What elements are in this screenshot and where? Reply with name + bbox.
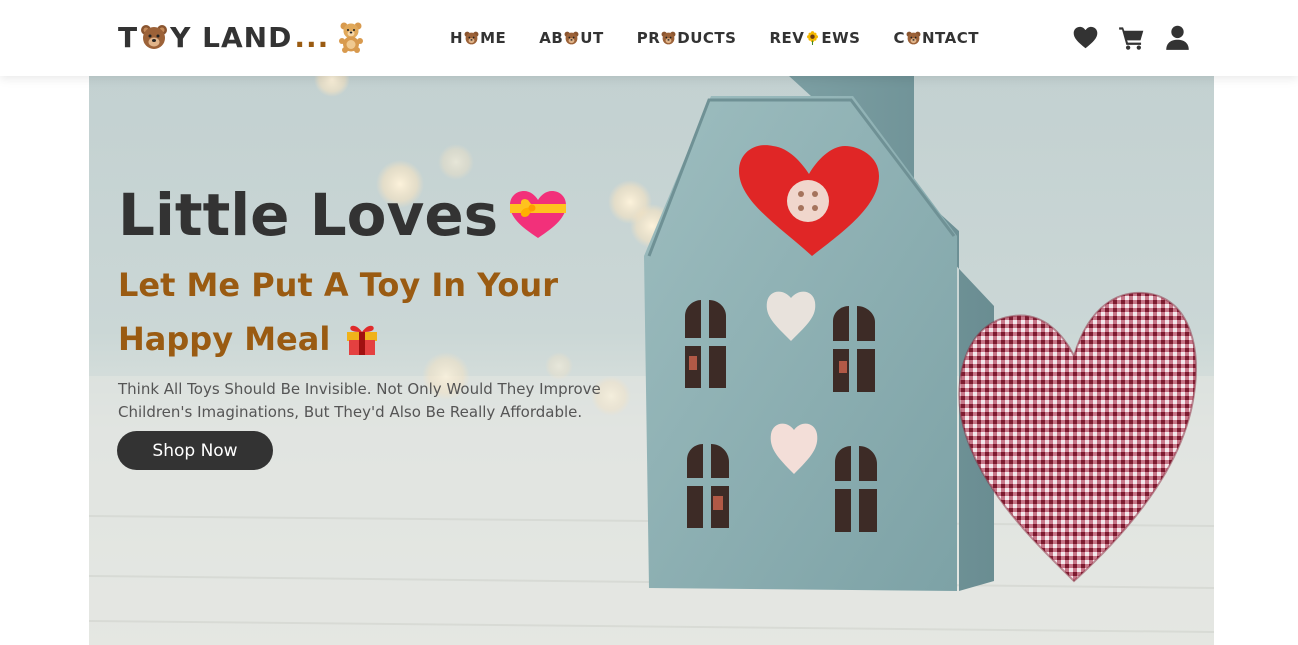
hero-title: Little Loves [118,180,678,250]
nav-home-part2: ME [480,29,507,47]
nav-home[interactable]: H ME [450,29,506,47]
header-actions [1072,22,1191,52]
hero-subtitle: Let Me Put A Toy In Your Happy Meal [118,258,588,366]
nav-home-part1: H [450,29,464,47]
gift-icon [345,320,379,356]
hero-banner: Little Loves Let Me Put A Toy In Your Ha… [89,76,1214,645]
sunflower-icon [805,31,820,45]
cart-icon[interactable] [1118,24,1145,51]
site-logo[interactable]: T Y LAND ... [118,18,367,56]
nav-reviews[interactable]: REV EWS [769,29,860,47]
nav-products-part1: PR [636,29,661,47]
hero-title-text: Little Loves [118,181,499,249]
bear-face-icon [464,31,479,45]
nav-contact-part2: NTACT [921,29,979,47]
bear-face-icon [140,24,168,50]
user-icon[interactable] [1164,24,1191,51]
nav-contact[interactable]: C NTACT [893,29,979,47]
nav-reviews-part2: EWS [821,29,861,47]
nav-products[interactable]: PR DUCTS [637,29,737,47]
bear-face-icon [661,31,676,45]
nav-about-part1: AB [539,29,564,47]
shop-now-button[interactable]: Shop Now [117,431,273,470]
logo-text: Y LAND [170,20,293,54]
logo-dots: ... [294,20,330,54]
nav-about-part2: UT [580,29,604,47]
bear-face-icon [906,31,921,45]
teddy-bear-icon [335,21,367,53]
site-header: T Y LAND ... H ME AB UT PR DUCTS REV EWS… [0,0,1298,76]
nav-products-part2: DUCTS [677,29,737,47]
heart-icon[interactable] [1072,24,1099,51]
logo-letter-t: T [118,20,139,54]
hero-description: Think All Toys Should Be Invisible. Not … [118,380,601,421]
hero-subtitle-text: Let Me Put A Toy In Your Happy Meal [118,266,558,358]
main-nav: H ME AB UT PR DUCTS REV EWS C NTACT [450,28,979,48]
bear-face-icon [564,31,579,45]
nav-reviews-part1: REV [769,29,805,47]
hero-content: Little Loves Let Me Put A Toy In Your Ha… [118,180,678,424]
nav-contact-part1: C [893,29,905,47]
nav-about[interactable]: AB UT [539,29,603,47]
heart-with-ribbon-icon [510,191,567,238]
